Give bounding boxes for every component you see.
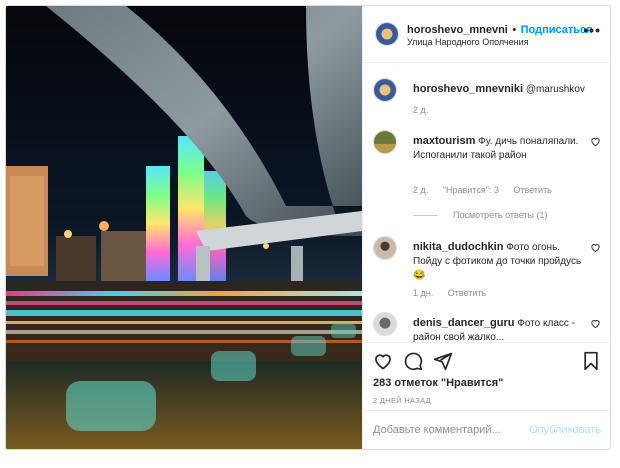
publish-button[interactable]: Опубликовать <box>529 424 601 436</box>
post-side-panel: horoshevo_mnevni • Подписаться Улица Нар… <box>362 6 610 449</box>
caption-mention[interactable]: @marushkov <box>526 84 585 95</box>
comment-item: maxtourism Фу. дичь поналяпали. Испогани… <box>373 130 601 220</box>
caption: horoshevo_mnevniki @marushkov 2 д. <box>373 78 601 118</box>
comment-icon[interactable] <box>403 351 423 371</box>
comment-item: denis_dancer_guru Фото класс - район сво… <box>373 312 601 345</box>
caption-author[interactable]: horoshevo_mnevniki <box>413 83 523 95</box>
post-timestamp: 2 ДНЕЙ НАЗАД <box>373 396 432 405</box>
view-replies-label: Посмотреть ответы (1) <box>453 210 548 220</box>
reply-button[interactable]: Ответить <box>513 185 551 195</box>
comment-meta: 1 дн. Ответить <box>413 288 498 298</box>
reply-button[interactable]: Ответить <box>448 288 486 298</box>
comment-like-heart-icon[interactable] <box>590 242 601 253</box>
author-username[interactable]: horoshevo_mnevni <box>407 24 508 36</box>
caption-avatar[interactable] <box>373 78 397 102</box>
separator-dot: • <box>512 24 517 36</box>
location-link[interactable]: Улица Народного Ополчения <box>407 37 529 47</box>
post-photo[interactable] <box>6 6 362 449</box>
comment-like-heart-icon[interactable] <box>590 136 601 147</box>
comment-likes[interactable]: "Нравится": 3 <box>443 185 499 195</box>
comment-author[interactable]: denis_dancer_guru <box>413 317 514 329</box>
post-card: horoshevo_mnevni • Подписаться Улица Нар… <box>5 5 611 450</box>
comment-input[interactable]: Добавьте комментарий... <box>373 424 501 436</box>
bookmark-icon[interactable] <box>581 351 601 371</box>
replies-divider <box>413 215 437 217</box>
comment-avatar[interactable] <box>373 130 397 154</box>
follow-button[interactable]: Подписаться <box>521 24 593 36</box>
night-city-photo <box>6 6 362 449</box>
comment-text: maxtourism Фу. дичь поналяпали. Испогани… <box>413 134 585 163</box>
comment-meta: 2 д. "Нравится": 3 Ответить <box>413 185 564 195</box>
view-replies-button[interactable]: Посмотреть ответы (1) <box>413 210 548 220</box>
heart-icon[interactable] <box>373 351 393 371</box>
comment-author[interactable]: nikita_dudochkin <box>413 241 503 253</box>
caption-text: horoshevo_mnevniki @marushkov <box>413 82 585 97</box>
caption-age: 2 д. <box>413 105 429 115</box>
comment-age: 2 д. <box>413 185 429 195</box>
comment-age: 1 дн. <box>413 288 434 298</box>
comment-item: nikita_dudochkin Фото огонь. Пойду с фот… <box>373 236 601 300</box>
comment-avatar[interactable] <box>373 312 397 336</box>
add-comment-bar: Добавьте комментарий... Опубликовать <box>363 410 610 449</box>
comment-text: nikita_dudochkin Фото огонь. Пойду с фот… <box>413 240 585 283</box>
comment-author[interactable]: maxtourism <box>413 135 475 147</box>
author-avatar[interactable] <box>375 22 399 46</box>
comment-like-heart-icon[interactable] <box>590 318 601 329</box>
post-actions: 283 отметок "Нравится" 2 ДНЕЙ НАЗАД <box>363 342 610 411</box>
comment-avatar[interactable] <box>373 236 397 260</box>
more-options-icon[interactable]: ••• <box>583 22 601 38</box>
post-header: horoshevo_mnevni • Подписаться Улица Нар… <box>363 6 610 63</box>
likes-count[interactable]: 283 отметок "Нравится" <box>373 377 503 389</box>
share-icon[interactable] <box>433 351 453 371</box>
comment-text: denis_dancer_guru Фото класс - район сво… <box>413 316 585 345</box>
